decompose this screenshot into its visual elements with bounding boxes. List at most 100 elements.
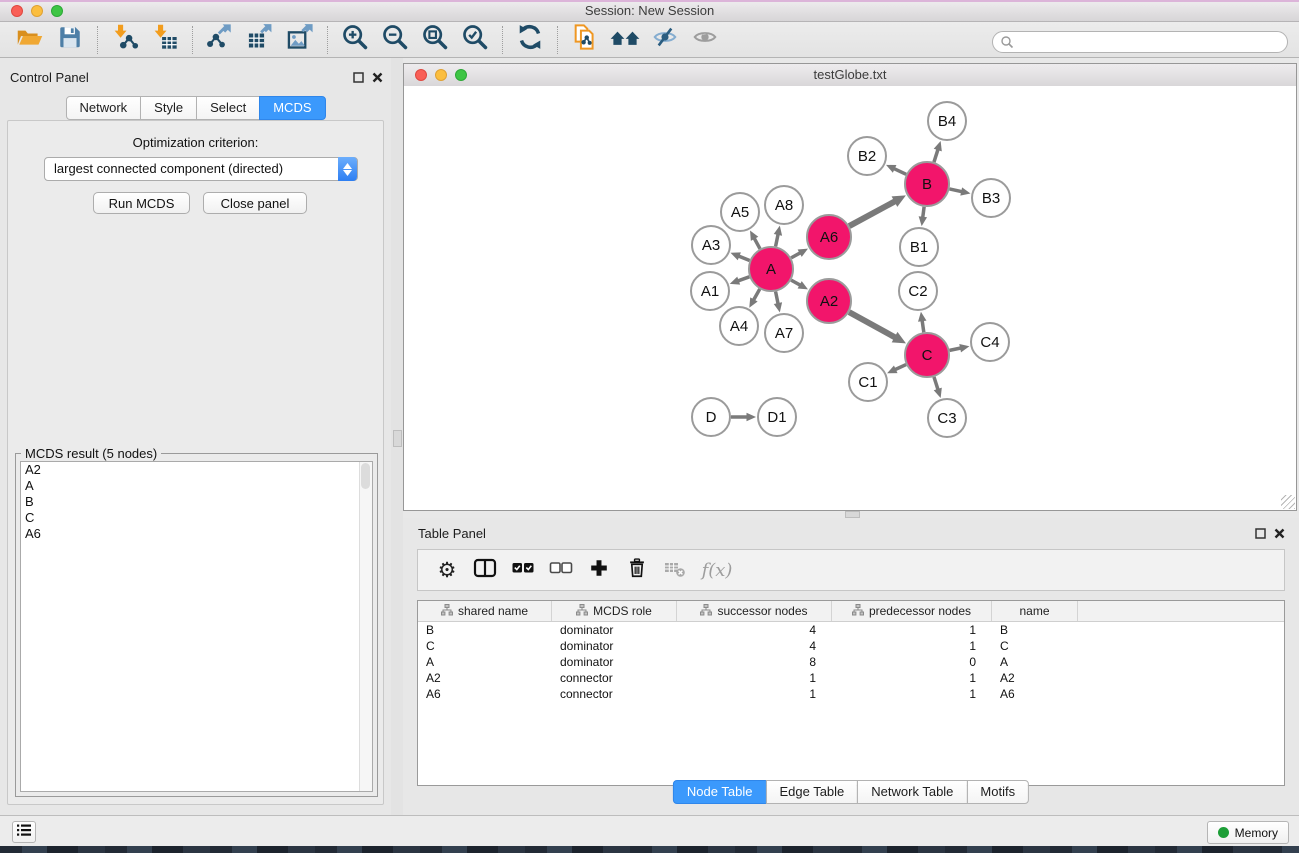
edge-B-B2[interactable] bbox=[893, 168, 906, 174]
control-panel: Control Panel NetworkStyleSelectMCDS Opt… bbox=[0, 58, 391, 815]
network-from-selection-button[interactable] bbox=[565, 24, 605, 56]
tab-style[interactable]: Style bbox=[140, 96, 197, 120]
tab-select[interactable]: Select bbox=[196, 96, 260, 120]
memory-button[interactable]: Memory bbox=[1207, 821, 1289, 844]
table-row[interactable]: Bdominator41B bbox=[418, 622, 1284, 638]
first-neighbors-button[interactable] bbox=[605, 24, 645, 56]
edge-A-A5[interactable] bbox=[754, 237, 760, 249]
table-row[interactable]: A2connector11A2 bbox=[418, 670, 1284, 686]
list-item[interactable]: A2 bbox=[21, 462, 372, 478]
task-history-button[interactable] bbox=[12, 821, 36, 843]
table-row[interactable]: Adominator80A bbox=[418, 654, 1284, 670]
network-view-window: testGlobe.txt A5A8B2B4BB3A3A6B1AA1A2C2A4… bbox=[403, 63, 1297, 511]
zoom-out-button[interactable] bbox=[375, 24, 415, 56]
show-all-button[interactable] bbox=[685, 24, 725, 56]
edge-A6-B[interactable] bbox=[849, 201, 896, 226]
apply-function-button[interactable]: f(x) bbox=[694, 553, 740, 587]
table-row[interactable]: Cdominator41C bbox=[418, 638, 1284, 654]
column-browser-button[interactable] bbox=[466, 553, 504, 587]
node-label-C1: C1 bbox=[858, 374, 877, 391]
close-panel-button[interactable]: Close panel bbox=[203, 192, 307, 214]
column-header-label: name bbox=[1019, 604, 1049, 618]
export-network-button[interactable] bbox=[200, 24, 240, 56]
column-header-label: shared name bbox=[458, 604, 528, 618]
edge-C-C1[interactable] bbox=[894, 365, 906, 371]
column-type-icon bbox=[441, 604, 453, 619]
edge-C-C3[interactable] bbox=[934, 377, 938, 391]
node-label-A5: A5 bbox=[731, 204, 749, 221]
import-network-button[interactable] bbox=[105, 24, 145, 56]
column-header-shared-name[interactable]: shared name bbox=[418, 601, 552, 621]
open-session-button[interactable] bbox=[10, 24, 50, 56]
zoom-selected-button[interactable] bbox=[455, 24, 495, 56]
zoom-fit-button[interactable] bbox=[415, 24, 455, 56]
divider-handle[interactable] bbox=[845, 511, 860, 518]
add-row-button[interactable] bbox=[580, 553, 618, 587]
close-window-button[interactable] bbox=[11, 5, 23, 17]
criterion-dropdown[interactable]: largest connected component (directed) bbox=[44, 157, 358, 181]
tab-motifs[interactable]: Motifs bbox=[966, 780, 1029, 804]
node-table[interactable]: shared name MCDS rolesuccessor nodesprede… bbox=[417, 600, 1285, 786]
zoom-window-button[interactable] bbox=[51, 5, 63, 17]
tab-network[interactable]: Network bbox=[65, 96, 141, 120]
zoom-in-button[interactable] bbox=[335, 24, 375, 56]
close-panel-icon[interactable] bbox=[372, 70, 383, 88]
edge-B-B4[interactable] bbox=[934, 148, 938, 162]
edge-A-A1[interactable] bbox=[737, 277, 750, 282]
run-mcds-button[interactable]: Run MCDS bbox=[93, 192, 190, 214]
scrollbar[interactable] bbox=[359, 462, 372, 791]
tab-network-table[interactable]: Network Table bbox=[857, 780, 967, 804]
export-table-button[interactable] bbox=[240, 24, 280, 56]
table-cell: A2 bbox=[992, 671, 1078, 685]
tab-edge-table[interactable]: Edge Table bbox=[765, 780, 858, 804]
node-label-A: A bbox=[766, 261, 776, 278]
list-item[interactable]: A bbox=[21, 478, 372, 494]
tab-mcds[interactable]: MCDS bbox=[259, 96, 325, 120]
minimize-window-button[interactable] bbox=[31, 5, 43, 17]
edge-A-A7[interactable] bbox=[776, 292, 779, 306]
delete-row-button[interactable] bbox=[618, 553, 656, 587]
close-network-window-button[interactable] bbox=[415, 69, 427, 81]
list-item[interactable]: C bbox=[21, 510, 372, 526]
table-settings-button[interactable]: ⚙ bbox=[428, 553, 466, 587]
table-panel-title: Table Panel bbox=[418, 526, 1291, 542]
select-all-button[interactable] bbox=[504, 553, 542, 587]
search-input[interactable] bbox=[992, 31, 1288, 53]
edge-A-A4[interactable] bbox=[753, 289, 760, 301]
edge-A-A8[interactable] bbox=[776, 233, 779, 247]
table-header-row: shared name MCDS rolesuccessor nodesprede… bbox=[418, 601, 1284, 622]
delete-table-button[interactable] bbox=[656, 553, 694, 587]
table-row[interactable]: A6connector11A6 bbox=[418, 686, 1284, 702]
column-header-predecessor-nodes[interactable]: predecessor nodes bbox=[832, 601, 992, 621]
mcds-result-list[interactable]: A2ABCA6 bbox=[20, 461, 373, 792]
column-header-MCDS-role[interactable]: MCDS role bbox=[552, 601, 677, 621]
list-item[interactable]: A6 bbox=[21, 526, 372, 542]
tab-node-table[interactable]: Node Table bbox=[673, 780, 767, 804]
network-window-titlebar[interactable]: testGlobe.txt bbox=[404, 64, 1296, 87]
split-divider-vertical[interactable] bbox=[391, 58, 403, 815]
list-item[interactable]: B bbox=[21, 494, 372, 510]
hide-selected-button[interactable] bbox=[645, 24, 685, 56]
import-table-button[interactable] bbox=[145, 24, 185, 56]
export-image-button[interactable] bbox=[280, 24, 320, 56]
column-header-successor-nodes[interactable]: successor nodes bbox=[677, 601, 832, 621]
zoom-network-window-button[interactable] bbox=[455, 69, 467, 81]
network-canvas[interactable]: A5A8B2B4BB3A3A6B1AA1A2C2A4A7CC4C1C3DD1 bbox=[404, 86, 1296, 510]
save-session-button[interactable] bbox=[50, 24, 90, 56]
divider-handle[interactable] bbox=[393, 430, 402, 447]
edge-A2-C[interactable] bbox=[849, 312, 896, 338]
close-panel-icon[interactable] bbox=[1274, 526, 1285, 544]
minimize-network-window-button[interactable] bbox=[435, 69, 447, 81]
resize-grip-icon[interactable] bbox=[1281, 495, 1295, 509]
column-type-icon bbox=[576, 604, 588, 619]
toolbar-separator bbox=[557, 26, 558, 54]
toolbar-separator bbox=[97, 26, 98, 54]
node-label-A4: A4 bbox=[730, 318, 748, 335]
mcds-result-group: MCDS result (5 nodes) A2ABCA6 bbox=[15, 453, 378, 797]
column-header-name[interactable]: name bbox=[992, 601, 1078, 621]
float-panel-icon[interactable] bbox=[1255, 526, 1266, 544]
edge-B-B3[interactable] bbox=[949, 189, 963, 192]
apply-layout-button[interactable] bbox=[510, 24, 550, 56]
float-panel-icon[interactable] bbox=[353, 70, 364, 88]
deselect-all-button[interactable] bbox=[542, 553, 580, 587]
